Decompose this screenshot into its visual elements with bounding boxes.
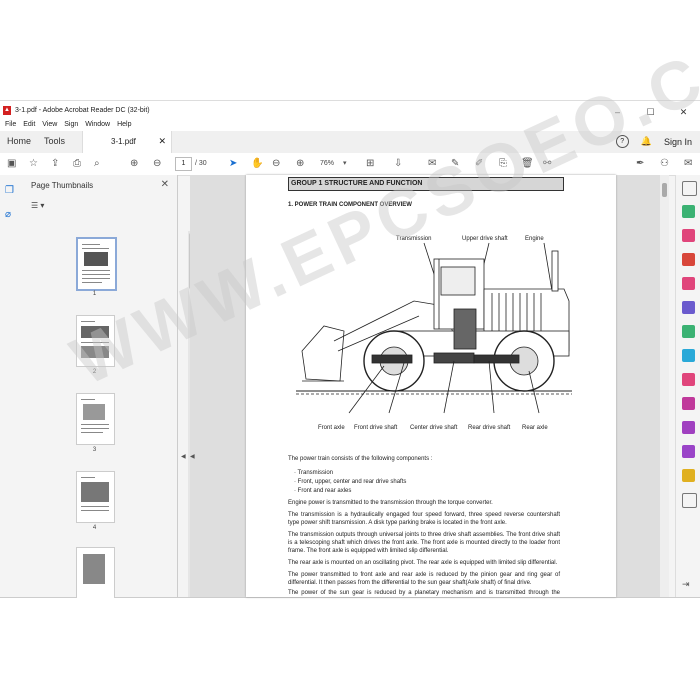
next-page-icon[interactable]: ⊖ — [153, 158, 161, 170]
label-rear-drive-shaft: Rear drive shaft — [468, 425, 511, 431]
window-title: 3-1.pdf - Adobe Acrobat Reader DC (32-bi… — [15, 107, 150, 114]
tab-document[interactable]: 3-1.pdf ✕ — [82, 131, 172, 153]
menu-file[interactable]: File — [5, 121, 16, 128]
search-icon[interactable]: ⌕ — [94, 158, 100, 170]
certificates-icon[interactable] — [682, 469, 695, 482]
create-pdf-icon[interactable] — [682, 229, 695, 242]
hand-tool-icon[interactable]: ✋ — [251, 158, 263, 170]
label-front-axle: Front axle — [318, 425, 345, 431]
thumbnail-page-1[interactable] — [76, 237, 117, 291]
menu-window[interactable]: Window — [85, 121, 110, 128]
prepare-form-icon[interactable] — [682, 445, 695, 458]
page-number-input[interactable]: 1 — [175, 157, 192, 171]
page-total: / 30 — [195, 160, 207, 167]
collapse-panel-icon[interactable]: ◀ — [181, 453, 186, 460]
protect-icon[interactable] — [682, 421, 695, 434]
thumbnail-number: 3 — [92, 447, 97, 453]
page-thumbnails-icon[interactable]: ❐ — [5, 185, 14, 196]
close-panel-icon[interactable]: ✕ — [161, 179, 169, 190]
thumbnail-page-3[interactable] — [76, 393, 115, 445]
share-people-icon[interactable]: ⚇ — [660, 158, 669, 170]
close-tab-icon[interactable]: ✕ — [158, 136, 166, 147]
paragraph: The power transmitted to front axle and … — [288, 572, 560, 586]
print-icon[interactable]: ⎙ — [73, 158, 81, 170]
upload-icon[interactable]: ⇪ — [51, 158, 59, 170]
sign-in-link[interactable]: Sign In — [664, 137, 692, 147]
paragraph: Engine power is transmitted to the trans… — [288, 500, 493, 506]
menu-view[interactable]: View — [42, 121, 57, 128]
zoom-out-icon[interactable]: ⊖ — [272, 158, 280, 170]
menu-help[interactable]: Help — [117, 121, 131, 128]
export-pdf-icon[interactable] — [682, 205, 695, 218]
document-scrollbar[interactable] — [660, 175, 669, 597]
fit-page-icon[interactable]: ⊞ — [366, 158, 374, 170]
bullet-item: · Front, upper, center and rear drive sh… — [294, 479, 407, 485]
thumbnail-page-5[interactable] — [76, 547, 115, 598]
label-rear-axle: Rear axle — [522, 425, 548, 431]
sign-pen-icon[interactable]: ✒ — [636, 158, 644, 170]
zoom-level[interactable]: 76% — [320, 160, 334, 167]
intro-text: The power train consists of the followin… — [288, 456, 433, 462]
thumbnail-page-4[interactable] — [76, 471, 115, 523]
bookmark-star-icon[interactable]: ☆ — [29, 158, 38, 170]
acrobat-logo-icon: ▲ — [3, 106, 11, 115]
label-front-drive-shaft: Front drive shaft — [354, 425, 398, 431]
thumbnail-number: 1 — [92, 291, 97, 297]
collapse-left-arrow-icon[interactable]: ◀ — [190, 453, 195, 460]
paragraph: The transmission is a hydraulically enga… — [288, 512, 560, 526]
tab-document-label: 3-1.pdf — [111, 137, 136, 146]
paragraph: The power of the sun gear is reduced by … — [288, 590, 560, 596]
bullet-item: · Transmission — [294, 470, 334, 476]
save-icon[interactable]: ▣ — [7, 158, 16, 170]
tab-tools[interactable]: Tools — [44, 136, 65, 146]
bullet-item: · Front and rear axles — [294, 488, 352, 494]
zoom-in-icon[interactable]: ⊕ — [296, 158, 304, 170]
more-tools-icon[interactable] — [682, 493, 697, 508]
fill-sign-icon[interactable] — [682, 373, 695, 386]
prev-page-icon[interactable]: ⊕ — [130, 158, 138, 170]
right-tools-rail: ⇥ — [675, 175, 700, 597]
tab-home[interactable]: Home — [7, 136, 31, 146]
zoom-dropdown-icon[interactable]: ▾ — [343, 158, 347, 170]
organize-pages-icon[interactable] — [682, 325, 695, 338]
comment-tool-icon[interactable] — [682, 277, 695, 290]
mail-icon[interactable]: ✉ — [684, 158, 692, 170]
left-navigation-rail: ❐ ⌀ — [0, 175, 23, 597]
menu-edit[interactable]: Edit — [23, 121, 35, 128]
attachments-icon[interactable]: ⌀ — [5, 209, 11, 220]
zoom-search-icon[interactable] — [682, 181, 697, 196]
scroll-mode-icon[interactable]: ⇩ — [394, 158, 402, 170]
edit-pdf-icon[interactable] — [682, 253, 695, 266]
send-for-signature-icon[interactable] — [682, 397, 695, 410]
paragraph: The rear axle is mounted on an oscillati… — [288, 560, 558, 566]
combine-files-icon[interactable] — [682, 301, 695, 314]
thumbnail-options-icon[interactable]: ☰ ▾ — [31, 201, 44, 210]
collapse-tools-icon[interactable]: ⇥ — [682, 579, 695, 592]
select-cursor-icon[interactable]: ➤ — [229, 158, 237, 170]
thumbnail-panel-title: Page Thumbnails — [31, 181, 94, 190]
label-center-drive-shaft: Center drive shaft — [410, 425, 458, 431]
paragraph: The transmission outputs through univers… — [288, 532, 560, 554]
scan-ocr-icon[interactable] — [682, 349, 695, 362]
menu-sign[interactable]: Sign — [64, 121, 78, 128]
thumbnail-number: 4 — [92, 525, 97, 531]
